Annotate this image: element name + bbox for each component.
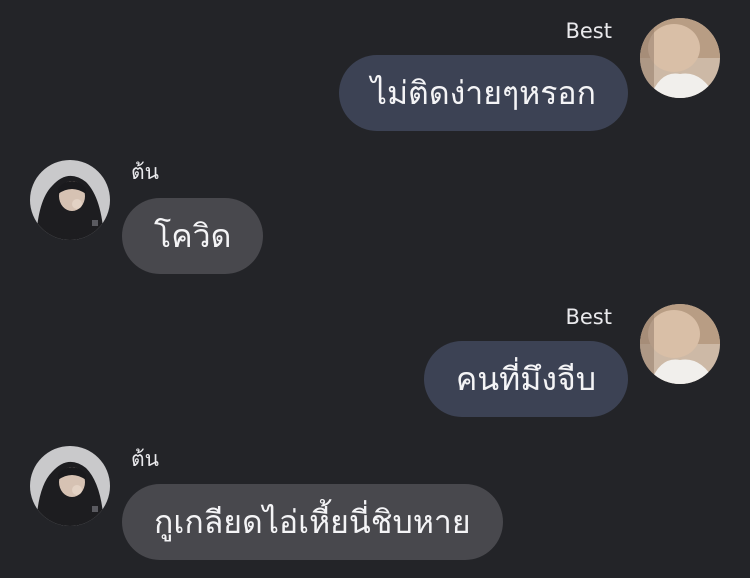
avatar-ton-photo <box>30 160 110 240</box>
avatar-ton[interactable] <box>30 446 110 526</box>
message-bubble[interactable]: คนที่มึงจีบ <box>423 341 628 417</box>
message-bubble[interactable]: กูเกลียดไอ่เหี้ยนี่ชิบหาย <box>122 484 503 560</box>
sender-name: Best <box>565 305 612 329</box>
sender-name: Best <box>565 19 612 43</box>
message-bubble[interactable]: โควิด <box>122 198 264 274</box>
avatar-ton-photo <box>30 446 110 526</box>
sender-name: ต้น <box>131 447 159 471</box>
message-bubble[interactable]: ไม่ติดง่ายๆหรอก <box>338 55 628 131</box>
avatar-best-photo <box>640 18 720 98</box>
sender-name: ต้น <box>131 160 159 184</box>
avatar-best[interactable] <box>640 18 720 98</box>
avatar-ton[interactable] <box>30 160 110 240</box>
avatar-best[interactable] <box>640 304 720 384</box>
avatar-best-photo <box>640 304 720 384</box>
